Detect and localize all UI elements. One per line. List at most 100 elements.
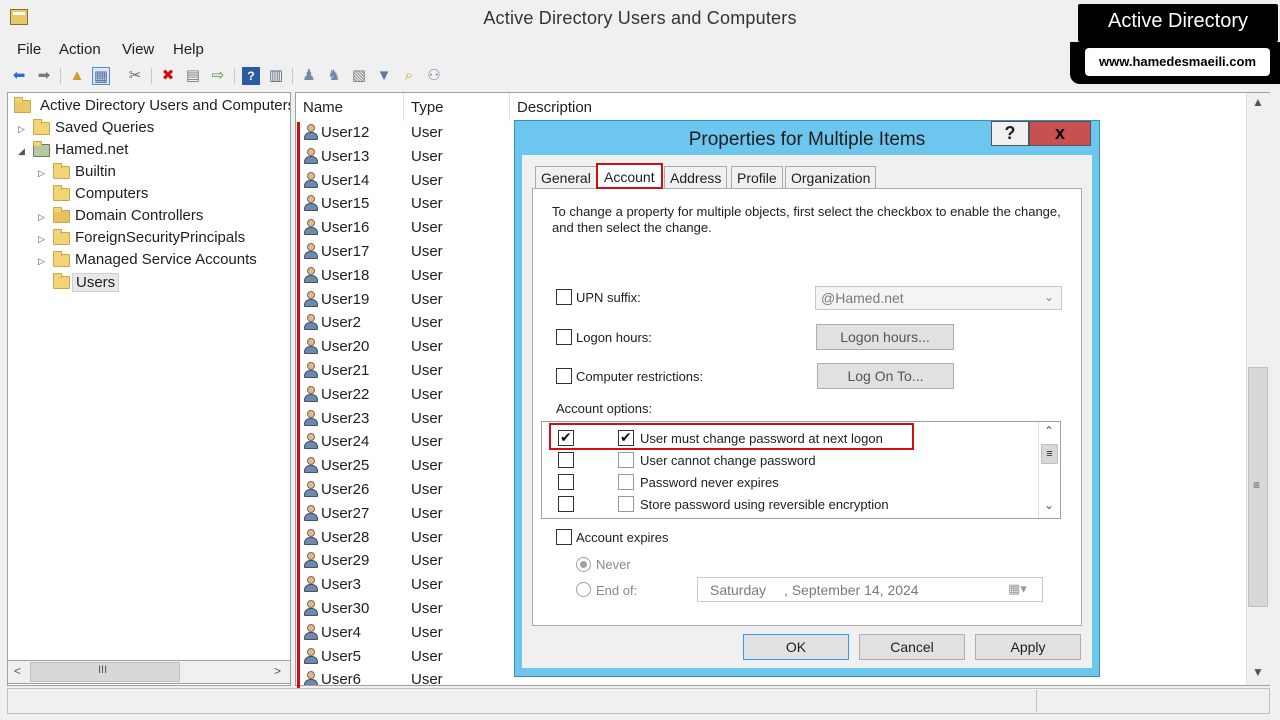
apply-button[interactable]: Apply: [975, 634, 1081, 660]
column-header-type[interactable]: Type: [404, 93, 510, 121]
tree-label: Domain Controllers: [75, 207, 204, 224]
scroll-thumb[interactable]: ≡: [1041, 444, 1058, 464]
tab-general[interactable]: General: [535, 166, 597, 188]
user-type: User: [411, 623, 443, 641]
computer-restrictions-checkbox[interactable]: [556, 368, 572, 384]
menu-view[interactable]: View: [122, 41, 154, 58]
user-icon: [304, 528, 318, 545]
user-name: User21: [321, 362, 370, 379]
show-tree-icon[interactable]: ▦: [92, 67, 110, 85]
folder-icon: [33, 119, 50, 135]
user-name: User25: [321, 457, 370, 475]
back-arrow-icon[interactable]: ⬅: [10, 67, 28, 85]
upn-suffix-dropdown[interactable]: @Hamed.net: [815, 286, 1062, 310]
new-group-icon[interactable]: ♞: [325, 67, 343, 85]
option-enable-checkbox[interactable]: [558, 474, 574, 490]
option-enable-checkbox[interactable]: [558, 452, 574, 468]
expand-arrow-icon[interactable]: ▷: [18, 124, 25, 135]
forward-arrow-icon[interactable]: ➡: [35, 67, 53, 85]
logon-hours-button[interactable]: Logon hours...: [816, 324, 954, 350]
user-icon: [304, 147, 318, 164]
dialog-help-button[interactable]: ?: [991, 121, 1029, 146]
export-list-icon[interactable]: ⇨: [209, 67, 227, 85]
status-bar: [7, 688, 1270, 714]
option-checkbox: [618, 474, 634, 490]
expand-arrow-icon[interactable]: ▷: [38, 168, 45, 179]
add-to-group-icon[interactable]: ▧: [350, 67, 368, 85]
tab-address[interactable]: Address: [664, 166, 728, 188]
toolbar-separator: [151, 68, 152, 84]
user-name: User16: [321, 219, 370, 237]
user-icon: [304, 338, 318, 355]
user-type: User: [411, 481, 443, 498]
properties-icon[interactable]: ▤: [184, 67, 202, 85]
new-user-icon[interactable]: ♟: [300, 67, 318, 85]
watermark-title: Active Directory: [1107, 10, 1249, 32]
user-name: User13: [321, 147, 370, 165]
menu-file[interactable]: File: [17, 41, 41, 58]
delete-icon[interactable]: ✖: [159, 67, 177, 85]
tab-account[interactable]: Account: [596, 163, 663, 189]
account-options-label: Account options:: [556, 401, 653, 416]
find-icon[interactable]: ⌕: [400, 67, 418, 85]
expand-arrow-icon[interactable]: ▷: [38, 234, 45, 245]
tree-horizontal-scrollbar[interactable]: < III >: [7, 660, 291, 684]
scroll-up-icon[interactable]: ▲: [1252, 95, 1264, 109]
menu-help[interactable]: Help: [173, 41, 204, 58]
dialog-close-button[interactable]: x: [1029, 121, 1091, 146]
menu-action[interactable]: Action: [59, 41, 101, 58]
domain-icon: [33, 141, 50, 157]
user-type: User: [411, 457, 443, 475]
expand-arrow-icon[interactable]: ▷: [38, 212, 45, 223]
user-name: User20: [321, 338, 370, 356]
user-icon: [304, 243, 318, 259]
filter-icon[interactable]: ▼: [375, 67, 393, 85]
tab-organization[interactable]: Organization: [785, 166, 877, 188]
ok-button[interactable]: OK: [743, 634, 849, 660]
toolbar-separator: [292, 68, 293, 84]
logon-hours-checkbox[interactable]: [556, 329, 572, 345]
cut-icon[interactable]: ✂: [126, 67, 144, 85]
collapse-arrow-icon[interactable]: ◢: [18, 146, 25, 157]
column-header-name[interactable]: Name: [296, 93, 404, 121]
help-icon[interactable]: ?: [242, 67, 260, 85]
user-icon: [304, 385, 318, 402]
user-type: User: [411, 290, 443, 308]
option-enable-checkbox[interactable]: [558, 496, 574, 512]
scroll-down-icon[interactable]: ▼: [1252, 665, 1264, 679]
console-icon[interactable]: ▥: [267, 67, 285, 85]
expand-arrow-icon[interactable]: ▷: [38, 256, 45, 267]
chevron-up-icon[interactable]: ⌃: [1044, 424, 1054, 438]
option-checkbox: [618, 496, 634, 512]
user-name: User5: [321, 647, 362, 665]
user-icon: [304, 576, 318, 593]
user-type: User: [411, 409, 443, 427]
cancel-button[interactable]: Cancel: [859, 634, 965, 660]
user-type: User: [411, 362, 443, 379]
delegate-icon[interactable]: ⚇: [425, 67, 443, 85]
folder-icon: [53, 163, 70, 179]
user-icon: [304, 433, 318, 450]
chevron-down-icon[interactable]: ⌄: [1044, 498, 1054, 512]
logon-hours-label: Logon hours:: [576, 330, 652, 345]
user-icon: [304, 552, 318, 569]
upn-suffix-checkbox[interactable]: [556, 289, 572, 305]
column-header-description[interactable]: Description: [510, 93, 1250, 121]
user-icon: [304, 600, 318, 616]
account-expires-checkbox[interactable]: [556, 529, 572, 545]
scroll-thumb[interactable]: ≡: [1248, 367, 1268, 607]
tree-label: Managed Service Accounts: [75, 251, 257, 268]
tab-profile[interactable]: Profile: [731, 166, 783, 188]
tree-label: Builtin: [75, 163, 116, 180]
up-folder-icon[interactable]: ▲: [68, 67, 86, 85]
never-radio: [576, 557, 591, 572]
folder-icon: [53, 185, 70, 201]
options-scrollbar[interactable]: ⌃ ≡ ⌄: [1038, 422, 1060, 518]
scroll-right-icon[interactable]: >: [274, 664, 281, 678]
user-name: User23: [321, 409, 370, 427]
user-icon: [304, 647, 318, 664]
toolbar-separator: [60, 68, 61, 84]
log-on-to-button[interactable]: Log On To...: [817, 363, 954, 389]
chevron-down-icon[interactable]: ⌄: [1044, 290, 1054, 304]
scroll-left-icon[interactable]: <: [14, 664, 21, 678]
